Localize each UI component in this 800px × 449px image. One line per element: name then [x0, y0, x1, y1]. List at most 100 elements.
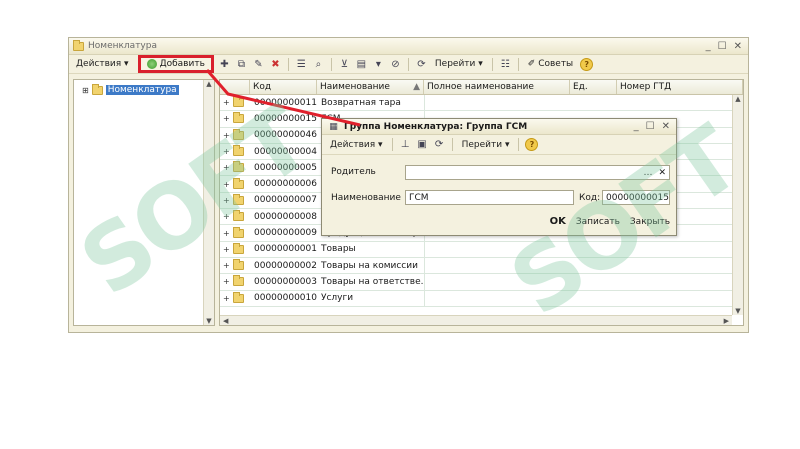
dialog-titlebar: ▦ Группа Номенклатура: Группа ГСМ _ ☐ ✕ — [322, 119, 676, 135]
expand-icon[interactable]: + — [223, 229, 230, 238]
dialog-footer: OK Записать Закрыть — [550, 216, 670, 227]
cell-code: 00000000003 — [254, 276, 317, 287]
cell-code: 00000000006 — [254, 179, 317, 190]
filter-list-icon[interactable]: ▤ — [355, 58, 368, 71]
close-button[interactable]: Закрыть — [630, 217, 670, 227]
expand-icon[interactable]: + — [223, 180, 230, 189]
cell-name: Возвратная тара — [321, 97, 401, 108]
folder-icon — [91, 83, 103, 95]
edit-icon[interactable]: ✎ — [252, 58, 265, 71]
table-row[interactable]: +00000000002 Товары на комиссии — [220, 257, 743, 275]
tree-scrollbar[interactable]: ▲ ▼ — [203, 80, 214, 325]
expand-icon[interactable]: + — [223, 131, 230, 140]
folder-icon — [232, 193, 244, 205]
list-settings-icon[interactable]: ☷ — [499, 58, 512, 71]
add-button[interactable]: Добавить — [137, 55, 214, 73]
select-icon[interactable]: … — [643, 168, 652, 178]
folder-icon — [232, 210, 244, 222]
table-row[interactable]: +00000000001 Товары — [220, 241, 743, 258]
col-fullname[interactable]: Полное наименование — [424, 80, 570, 94]
clear-icon[interactable]: ✕ — [658, 168, 666, 178]
add-row-icon[interactable]: ✚ — [218, 58, 231, 71]
cell-code: 00000000009 — [254, 228, 317, 239]
table-row[interactable]: +00000000010 Услуги — [220, 290, 743, 307]
close-icon[interactable]: ✕ — [734, 41, 742, 52]
expand-icon[interactable]: + — [223, 163, 230, 172]
col-name[interactable]: Наименование ▲ — [317, 80, 424, 94]
dialog-form-icon: ▦ — [329, 121, 338, 132]
cell-code: 00000000002 — [254, 260, 317, 271]
expand-icon[interactable]: + — [223, 245, 230, 254]
catalog-icon — [73, 39, 84, 51]
name-label: Наименование — [331, 193, 401, 203]
help-icon[interactable]: ? — [580, 57, 594, 71]
clear-filter-icon[interactable]: ⊘ — [389, 58, 402, 71]
expand-icon[interactable]: + — [223, 114, 230, 123]
expand-icon[interactable]: + — [223, 98, 230, 107]
folder-icon — [232, 128, 244, 140]
dialog-save-icon[interactable]: ▣ — [416, 138, 429, 151]
tree-item-label: Номенклатура — [105, 85, 179, 95]
dialog-goto-menu[interactable]: Перейти ▾ — [459, 140, 513, 150]
tips-button[interactable]: ✐ Советы — [525, 59, 576, 69]
cell-name: Товары — [321, 244, 356, 255]
save-close-icon[interactable]: ⊥ — [399, 138, 412, 151]
dialog-close-icon[interactable]: ✕ — [662, 121, 670, 132]
dialog-actions-menu[interactable]: Действия ▾ — [327, 140, 386, 150]
group-tree: ⊞ Номенклатура ▲ ▼ — [73, 79, 215, 326]
main-toolbar: Действия ▾ Добавить ✚ ⧉ ✎ ✖ ☰ ⌕ ⊻ ▤ ▾ ⊘ … — [69, 55, 748, 74]
copy-icon[interactable]: ⧉ — [235, 58, 248, 71]
cell-code: 00000000046 — [254, 130, 317, 141]
expand-icon[interactable]: + — [223, 196, 230, 205]
table-row[interactable]: +00000000011 Возвратная тара — [220, 95, 743, 112]
expand-icon[interactable]: + — [223, 277, 230, 286]
save-button[interactable]: Записать — [576, 217, 620, 227]
refresh-icon[interactable]: ⟳ — [415, 58, 428, 71]
code-input[interactable]: 00000000015 — [602, 190, 670, 205]
goto-menu[interactable]: Перейти ▾ — [432, 59, 486, 69]
folder-icon — [232, 96, 244, 108]
cell-code: 00000000004 — [254, 146, 317, 157]
folder-icon — [232, 242, 244, 254]
dialog-title: Группа Номенклатура: Группа ГСМ — [344, 121, 528, 132]
dialog-maximize-icon[interactable]: ☐ — [646, 121, 655, 132]
cell-code: 00000000015 — [254, 113, 317, 124]
expand-icon[interactable]: + — [223, 261, 230, 270]
name-input[interactable]: ГСМ — [405, 190, 574, 205]
list-hscrollbar[interactable]: ◀ ▶ — [220, 315, 732, 325]
cell-name: Товары на ответстве... — [321, 276, 424, 287]
col-code[interactable]: Код — [250, 80, 317, 94]
filter-disable-icon[interactable]: ▾ — [372, 58, 385, 71]
list-vscrollbar[interactable]: ▲ ▼ — [732, 95, 743, 315]
parent-input[interactable]: … ✕ — [405, 165, 670, 180]
dialog-window-controls: _ ☐ ✕ — [634, 121, 676, 132]
cell-code: 00000000011 — [254, 97, 317, 108]
dialog-minimize-icon[interactable]: _ — [634, 121, 639, 132]
hierarchy-icon[interactable]: ☰ — [295, 58, 308, 71]
table-row[interactable]: +00000000003 Товары на ответстве... — [220, 274, 743, 291]
find-icon[interactable]: ⌕ — [312, 58, 325, 71]
dialog-refresh-icon[interactable]: ⟳ — [433, 138, 446, 151]
expand-icon[interactable]: + — [223, 212, 230, 221]
tree-item-root[interactable]: ⊞ Номенклатура — [74, 80, 214, 95]
actions-menu[interactable]: Действия ▾ — [73, 59, 132, 69]
expand-icon[interactable]: + — [223, 294, 230, 303]
folder-icon — [232, 145, 244, 157]
expand-icon[interactable]: ⊞ — [82, 86, 89, 95]
delete-icon[interactable]: ✖ — [269, 58, 282, 71]
add-icon — [146, 59, 157, 69]
window-titlebar: Номенклатура _ ☐ ✕ — [69, 38, 748, 55]
window-title: Номенклатура — [88, 41, 157, 51]
col-unit[interactable]: Ед. — [570, 80, 617, 94]
cell-code: 00000000007 — [254, 195, 317, 206]
dialog-help-icon[interactable]: ? — [525, 138, 539, 151]
folder-icon — [232, 259, 244, 271]
maximize-icon[interactable]: ☐ — [718, 41, 727, 52]
expand-icon[interactable]: + — [223, 147, 230, 156]
col-gtd[interactable]: Номер ГТД — [617, 80, 743, 94]
list-header: Код Наименование ▲ Полное наименование Е… — [220, 80, 743, 95]
filter-icon[interactable]: ⊻ — [338, 58, 351, 71]
folder-icon — [232, 177, 244, 189]
minimize-icon[interactable]: _ — [706, 41, 711, 52]
ok-button[interactable]: OK — [550, 216, 566, 227]
